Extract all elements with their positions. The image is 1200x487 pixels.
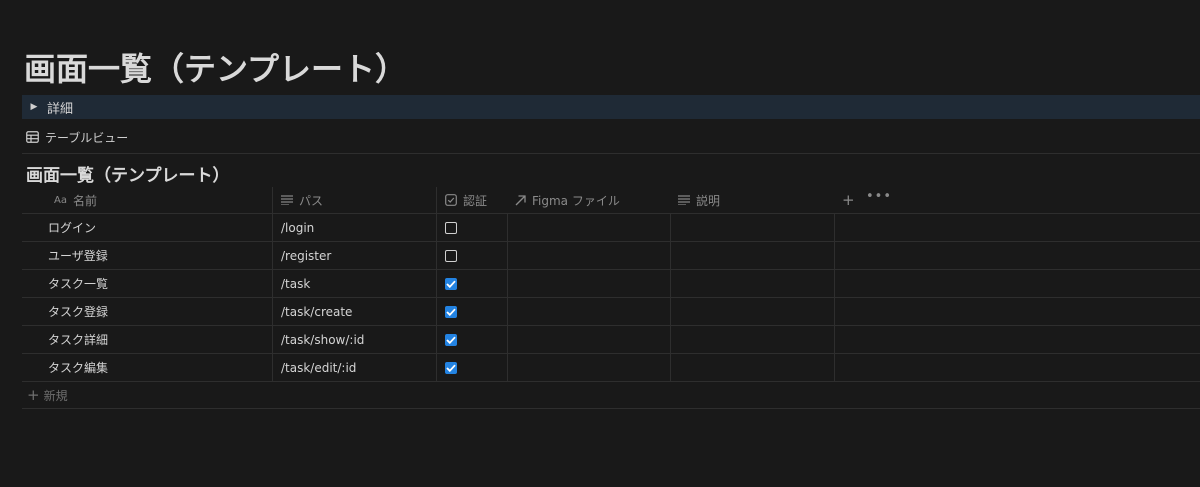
auth-checkbox[interactable] xyxy=(445,277,457,290)
cell-empty xyxy=(834,214,1200,241)
checkmark-icon xyxy=(446,308,456,316)
text-lines-icon xyxy=(678,195,690,205)
column-header-description[interactable]: 説明 xyxy=(670,187,834,213)
cell-empty xyxy=(834,242,1200,269)
cell-path[interactable]: /task/show/:id xyxy=(272,326,436,353)
auth-checkbox[interactable] xyxy=(445,333,457,346)
column-header-auth-label: 認証 xyxy=(463,193,488,208)
auth-checkbox[interactable] xyxy=(445,221,457,234)
view-divider xyxy=(22,153,1200,154)
cell-empty xyxy=(834,270,1200,297)
auth-checkbox[interactable] xyxy=(445,305,457,318)
add-column-button[interactable]: + xyxy=(842,191,855,209)
cell-path[interactable]: /task xyxy=(272,270,436,297)
new-row-button[interactable]: + 新規 xyxy=(22,382,1200,409)
checkmark-icon xyxy=(446,364,456,372)
column-header-auth[interactable]: 認証 xyxy=(436,187,507,213)
cell-auth[interactable] xyxy=(436,214,507,241)
cell-description[interactable] xyxy=(670,326,834,353)
cell-name[interactable]: ログイン xyxy=(22,214,272,241)
column-header-name-label: 名前 xyxy=(72,193,97,208)
database-table: Aa 名前 パス 認証 Figma ファイル 説明 + ••• ログイン /lo… xyxy=(22,187,1200,409)
cell-auth[interactable] xyxy=(436,270,507,297)
arrow-up-right-icon xyxy=(515,194,526,206)
cell-figma[interactable] xyxy=(507,354,670,381)
cell-auth[interactable] xyxy=(436,242,507,269)
checkbox-type-icon xyxy=(445,194,457,206)
column-header-path[interactable]: パス xyxy=(272,187,436,213)
tab-table-view-label: テーブルビュー xyxy=(45,130,129,145)
text-lines-icon xyxy=(281,195,293,205)
column-header-name[interactable]: Aa 名前 xyxy=(22,187,272,213)
cell-figma[interactable] xyxy=(507,242,670,269)
cell-auth[interactable] xyxy=(436,326,507,353)
database-title[interactable]: 画面一覧（テンプレート） xyxy=(26,161,230,186)
table-row[interactable]: タスク詳細 /task/show/:id xyxy=(22,326,1200,354)
text-type-icon: Aa xyxy=(54,194,67,206)
details-toggle[interactable]: ▶ 詳細 xyxy=(22,95,1200,119)
cell-name[interactable]: タスク登録 xyxy=(22,298,272,325)
column-header-figma-label: Figma ファイル xyxy=(532,193,620,208)
cell-figma[interactable] xyxy=(507,214,670,241)
cell-name[interactable]: ユーザ登録 xyxy=(22,242,272,269)
tab-table-view[interactable]: テーブルビュー xyxy=(26,127,128,147)
column-header-description-label: 説明 xyxy=(696,193,721,208)
cell-path[interactable]: /register xyxy=(272,242,436,269)
table-row[interactable]: タスク登録 /task/create xyxy=(22,298,1200,326)
triangle-right-icon[interactable]: ▶ xyxy=(24,102,44,112)
cell-empty xyxy=(834,298,1200,325)
table-header: Aa 名前 パス 認証 Figma ファイル 説明 + ••• xyxy=(22,187,1200,214)
checkmark-icon xyxy=(446,336,456,344)
more-options-button[interactable]: ••• xyxy=(866,189,892,204)
column-header-path-label: パス xyxy=(299,193,324,208)
page-title: 画面一覧（テンプレート） xyxy=(24,50,408,88)
cell-figma[interactable] xyxy=(507,270,670,297)
new-row-label: 新規 xyxy=(43,388,68,403)
table-row[interactable]: タスク編集 /task/edit/:id xyxy=(22,354,1200,382)
cell-name[interactable]: タスク編集 xyxy=(22,354,272,381)
details-toggle-label: 詳細 xyxy=(47,101,74,117)
table-icon xyxy=(26,131,39,143)
table-row[interactable]: ユーザ登録 /register xyxy=(22,242,1200,270)
table-row[interactable]: タスク一覧 /task xyxy=(22,270,1200,298)
cell-description[interactable] xyxy=(670,214,834,241)
cell-path[interactable]: /login xyxy=(272,214,436,241)
cell-path[interactable]: /task/edit/:id xyxy=(272,354,436,381)
table-row[interactable]: ログイン /login xyxy=(22,214,1200,242)
cell-auth[interactable] xyxy=(436,298,507,325)
auth-checkbox[interactable] xyxy=(445,249,457,262)
cell-path[interactable]: /task/create xyxy=(272,298,436,325)
plus-icon: + xyxy=(27,386,40,404)
cell-name[interactable]: タスク詳細 xyxy=(22,326,272,353)
cell-empty xyxy=(834,326,1200,353)
checkmark-icon xyxy=(446,280,456,288)
page: 画面一覧（テンプレート） ▶ 詳細 テーブルビュー 画面一覧（テンプレート） A… xyxy=(0,0,1200,487)
cell-figma[interactable] xyxy=(507,326,670,353)
cell-description[interactable] xyxy=(670,298,834,325)
cell-empty xyxy=(834,354,1200,381)
column-header-figma[interactable]: Figma ファイル xyxy=(507,187,670,213)
auth-checkbox[interactable] xyxy=(445,361,457,374)
cell-description[interactable] xyxy=(670,354,834,381)
cell-figma[interactable] xyxy=(507,298,670,325)
cell-description[interactable] xyxy=(670,242,834,269)
cell-auth[interactable] xyxy=(436,354,507,381)
cell-description[interactable] xyxy=(670,270,834,297)
cell-name[interactable]: タスク一覧 xyxy=(22,270,272,297)
